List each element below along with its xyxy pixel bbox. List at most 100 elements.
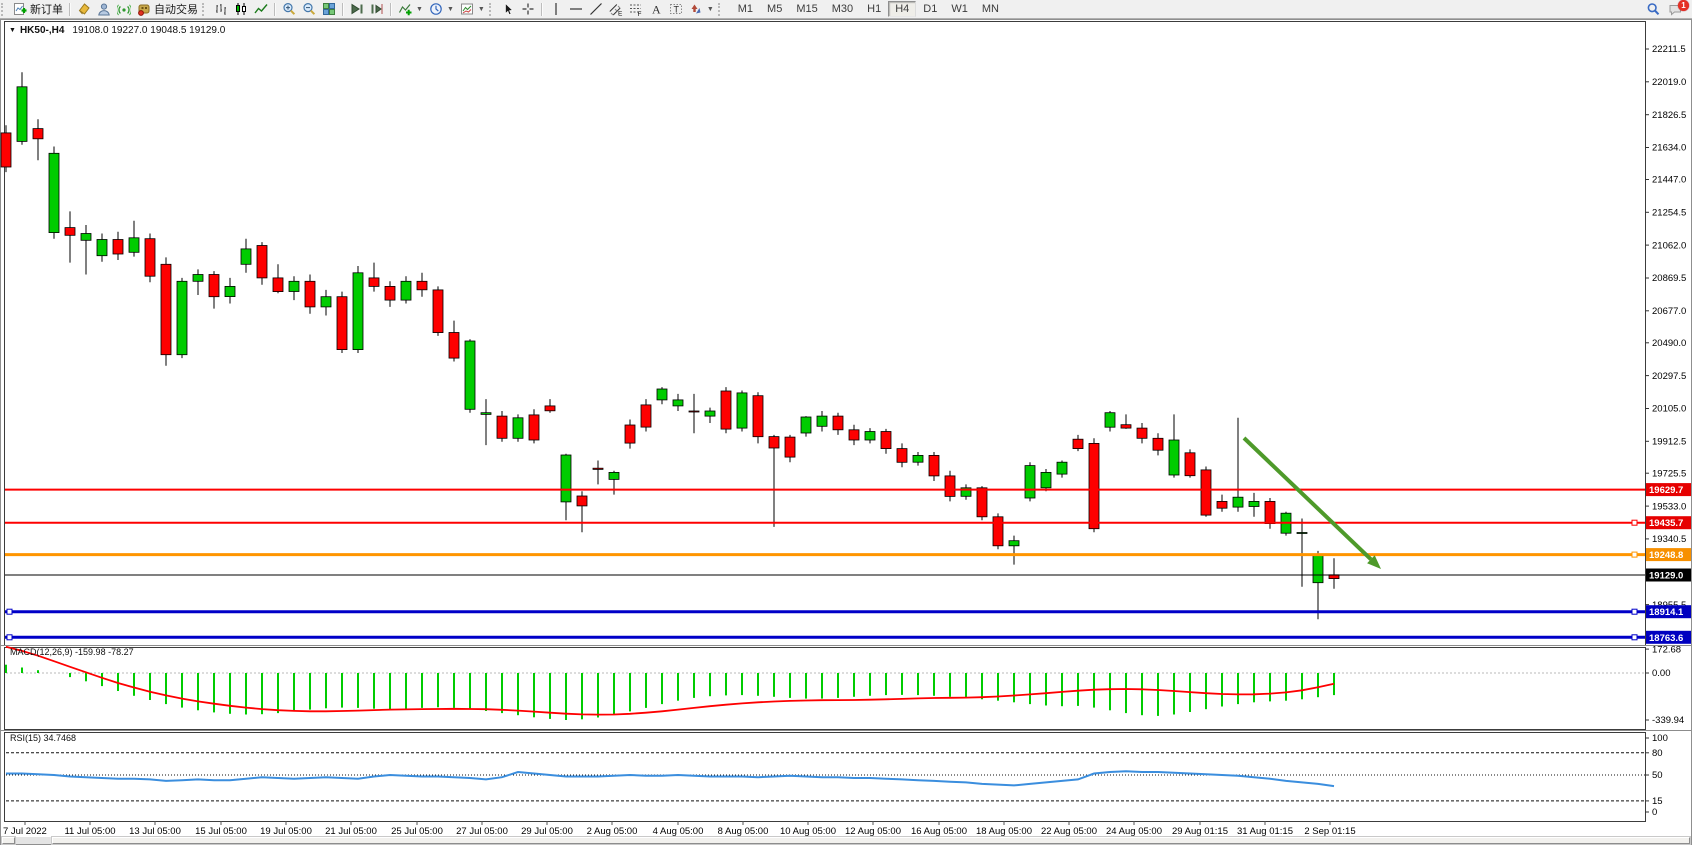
line-handle[interactable]: [1632, 552, 1637, 557]
text-label-button[interactable]: T: [666, 0, 686, 18]
candle-body: [1057, 462, 1067, 474]
candle-body: [225, 286, 235, 296]
candle-body: [1153, 438, 1163, 450]
arrows-icon: [689, 2, 703, 16]
bar-chart-button[interactable]: [211, 0, 231, 18]
fibonacci-button[interactable]: F: [626, 0, 646, 18]
candle-body: [545, 406, 555, 411]
rsi-scale-label: 0: [1652, 807, 1657, 818]
vertical-line-button[interactable]: [546, 0, 566, 18]
cursor-button[interactable]: [498, 0, 518, 18]
price-label-text: 18763.6: [1649, 633, 1683, 644]
price-tick-label: 22211.5: [1652, 44, 1686, 55]
chart-dropdown-icon[interactable]: ▼: [9, 27, 16, 34]
periods-button[interactable]: ▼: [426, 0, 457, 18]
rsi-value: 34.7468: [44, 733, 77, 743]
scrollbar-thumb[interactable]: [52, 837, 1690, 844]
timeframe-mn-button[interactable]: MN: [975, 1, 1006, 17]
horizontal-scrollbar[interactable]: [2, 837, 1690, 844]
line-handle[interactable]: [7, 609, 12, 614]
line-chart-button[interactable]: [251, 0, 271, 18]
price-tick-label: 21634.0: [1652, 143, 1686, 154]
candle-body: [1185, 453, 1195, 476]
candle-body: [705, 411, 715, 416]
candle-body: [1073, 439, 1083, 448]
timeframe-d1-button[interactable]: D1: [916, 1, 944, 17]
candle-body: [1313, 555, 1323, 583]
candle-body: [449, 333, 459, 359]
candle-body: [913, 455, 923, 462]
candle-body: [257, 246, 267, 278]
tile-windows-button[interactable]: [319, 0, 339, 18]
line-handle[interactable]: [7, 635, 12, 640]
dropdown-caret-icon[interactable]: ▼: [707, 6, 714, 13]
candle-body: [609, 472, 619, 479]
timeframe-m5-button[interactable]: M5: [760, 1, 789, 17]
price-tick-label: 19533.0: [1652, 501, 1686, 512]
timeframe-h1-button[interactable]: H1: [860, 1, 888, 17]
scrollbar-stub[interactable]: [2, 837, 15, 844]
line-chart-icon: [254, 2, 268, 16]
timeframe-h4-button[interactable]: H4: [888, 1, 916, 17]
trendline-button[interactable]: [586, 0, 606, 18]
candle-body: [561, 455, 571, 502]
zoom-out-button[interactable]: [299, 0, 319, 18]
chart-shift-button[interactable]: [367, 0, 387, 18]
candlestick-button[interactable]: [231, 0, 251, 18]
timeframe-w1-button[interactable]: W1: [944, 1, 975, 17]
candle-body: [417, 281, 427, 290]
candle-body: [465, 341, 475, 409]
signals-button[interactable]: [114, 0, 134, 18]
arrow-objects-button[interactable]: ▼: [686, 0, 717, 18]
candle-body: [801, 417, 811, 433]
date-label: 29 Aug 01:15: [1172, 826, 1228, 837]
line-handle[interactable]: [1632, 635, 1637, 640]
svg-text:A: A: [652, 3, 661, 17]
dropdown-caret-icon[interactable]: ▼: [416, 6, 423, 13]
search-icon: [1646, 2, 1660, 16]
candle-body: [113, 240, 123, 255]
chart-symbol: HK50-,H4: [20, 25, 64, 36]
date-label: 8 Aug 05:00: [718, 826, 769, 837]
community-button[interactable]: [94, 0, 114, 18]
auto-trading-button-label: 自动交易: [154, 1, 198, 17]
rsi-scale-label: 50: [1652, 770, 1663, 781]
zoom-in-button[interactable]: [279, 0, 299, 18]
price-tick-label: 20490.0: [1652, 338, 1686, 349]
clock-icon: [429, 2, 443, 16]
candle-body: [241, 249, 251, 264]
timeframe-m1-button[interactable]: M1: [731, 1, 760, 17]
chat-button[interactable]: 1: [1664, 1, 1686, 17]
date-label: 24 Aug 05:00: [1106, 826, 1162, 837]
candle-body: [305, 281, 315, 307]
timeframe-m15-button[interactable]: M15: [789, 1, 824, 17]
horizontal-line-button[interactable]: [566, 0, 586, 18]
text-button[interactable]: A: [646, 0, 666, 18]
auto-trading-button[interactable]: 自动交易: [134, 0, 201, 18]
new-order-button[interactable]: 新订单: [10, 0, 66, 18]
indicators-button[interactable]: ▼: [395, 0, 426, 18]
equidistant-channel-button[interactable]: E: [606, 0, 626, 18]
rsi-indicator-label: RSI(15) 34.7468: [10, 733, 76, 743]
candle-body: [1169, 440, 1179, 475]
dropdown-caret-icon[interactable]: ▼: [478, 6, 485, 13]
timeframe-m30-button[interactable]: M30: [825, 1, 860, 17]
candle-body: [785, 437, 795, 457]
price-tick-label: 21062.0: [1652, 240, 1686, 251]
line-handle[interactable]: [1632, 520, 1637, 525]
price-tick-label: 20677.0: [1652, 306, 1686, 317]
auto-scroll-button[interactable]: [347, 0, 367, 18]
candle-body: [1201, 470, 1211, 515]
price-label-text: 19248.8: [1649, 550, 1683, 561]
templates-button[interactable]: ▼: [457, 0, 488, 18]
search-button[interactable]: [1642, 1, 1664, 17]
macd-values: -159.98 -78.27: [75, 647, 134, 657]
price-tick-label: 19725.5: [1652, 468, 1686, 479]
dropdown-caret-icon[interactable]: ▼: [447, 6, 454, 13]
candle-body: [737, 393, 747, 428]
macd-indicator-label: MACD(12,26,9) -159.98 -78.27: [10, 647, 134, 657]
crosshair-button[interactable]: [518, 0, 538, 18]
candle-body: [769, 437, 779, 448]
line-handle[interactable]: [1632, 609, 1637, 614]
styler-button[interactable]: [74, 0, 94, 18]
